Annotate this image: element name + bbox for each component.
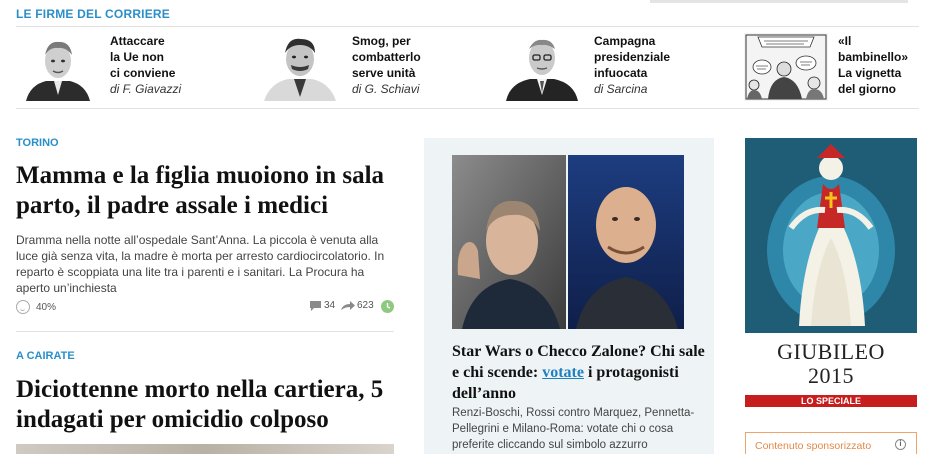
firma-title-line[interactable]: Campagna bbox=[594, 33, 670, 49]
article-headline[interactable]: Diciottenne morto nella cartiera, 5 inda… bbox=[16, 375, 406, 435]
sponsored-content-box[interactable]: Contenuto sponsorizzato i bbox=[745, 432, 917, 454]
firma-title-line[interactable]: bambinello» bbox=[838, 49, 908, 65]
firma-text[interactable]: Smog, per combatterlo serve unità di G. … bbox=[352, 33, 421, 101]
divider bbox=[16, 26, 919, 27]
sponsored-label: Contenuto sponsorizzato bbox=[755, 440, 872, 452]
firma-title-line[interactable]: «Il bbox=[838, 33, 908, 49]
firma-item-giavazzi[interactable]: Attaccare la Ue non ci conviene di F. Gi… bbox=[16, 33, 181, 101]
giubileo-word[interactable]: GIUBILEO bbox=[745, 340, 917, 364]
firma-item-schiavi[interactable]: Smog, per combatterlo serve unità di G. … bbox=[258, 33, 421, 101]
feature-title[interactable]: Star Wars o Checco Zalone? Chi sale e ch… bbox=[452, 341, 707, 404]
giubileo-title[interactable]: GIUBILEO 2015 bbox=[745, 340, 917, 388]
article-photo[interactable] bbox=[16, 444, 394, 454]
firma-title-line[interactable]: La vignetta bbox=[838, 65, 908, 81]
mood-percent: 40% bbox=[36, 301, 57, 313]
special-bar[interactable]: LO SPECIALE bbox=[745, 395, 917, 407]
author-portrait[interactable] bbox=[16, 33, 100, 101]
divider bbox=[16, 108, 919, 109]
feature-summary: Renzi-Boschi, Rossi contro Marquez, Penn… bbox=[452, 407, 695, 451]
firma-text[interactable]: Attaccare la Ue non ci conviene di F. Gi… bbox=[110, 33, 181, 101]
firma-text[interactable]: «Il bambinello» La vignetta del giorno bbox=[838, 33, 908, 101]
author-portrait[interactable] bbox=[500, 33, 584, 101]
clock-icon[interactable] bbox=[381, 300, 394, 318]
firma-author: di Sarcina bbox=[594, 82, 648, 96]
giubileo-year[interactable]: 2015 bbox=[745, 364, 917, 388]
firma-author: di G. Schiavi bbox=[352, 82, 420, 96]
firma-text[interactable]: Campagna presidenziale infuocata di Sarc… bbox=[594, 33, 670, 101]
firma-title-line[interactable]: serve unità bbox=[352, 65, 421, 81]
cartoon-thumbnail[interactable] bbox=[744, 33, 828, 101]
shares-count: 623 bbox=[357, 300, 374, 311]
author-portrait[interactable] bbox=[258, 33, 342, 101]
comment-icon bbox=[310, 300, 321, 311]
firma-title-line[interactable]: la Ue non bbox=[110, 49, 181, 65]
article-kicker[interactable]: A CAIRATE bbox=[16, 350, 75, 362]
firma-author: di F. Giavazzi bbox=[110, 82, 182, 96]
divider bbox=[16, 331, 394, 332]
firma-title-line[interactable]: Attaccare bbox=[110, 33, 181, 49]
firma-title-line[interactable]: combatterlo bbox=[352, 49, 421, 65]
firma-title-line[interactable]: ci conviene bbox=[110, 65, 181, 81]
search-bar-edge[interactable] bbox=[650, 0, 908, 3]
vote-link[interactable]: votate bbox=[542, 364, 584, 381]
firma-title-line[interactable]: Smog, per bbox=[352, 33, 421, 49]
firma-item-sarcina[interactable]: Campagna presidenziale infuocata di Sarc… bbox=[500, 33, 670, 101]
article-headline[interactable]: Mamma e la figlia muoiono in sala parto,… bbox=[16, 161, 406, 221]
share-link[interactable]: 623 bbox=[340, 300, 374, 311]
firma-title-line[interactable]: presidenziale bbox=[594, 49, 670, 65]
smiley-icon bbox=[16, 300, 30, 314]
comments-link[interactable]: 34 bbox=[310, 300, 335, 311]
article-summary: Dramma nella notte all’ospedale Sant’Ann… bbox=[16, 233, 385, 295]
comments-count: 34 bbox=[324, 300, 336, 311]
share-arrow-icon bbox=[341, 300, 355, 310]
firma-item-vignetta[interactable]: «Il bambinello» La vignetta del giorno bbox=[744, 33, 908, 101]
firma-title-line[interactable]: infuocata bbox=[594, 65, 670, 81]
firme-section-label[interactable]: LE FIRME DEL CORRIERE bbox=[16, 7, 170, 21]
mood-indicator[interactable]: 40% bbox=[16, 300, 56, 314]
info-icon[interactable]: i bbox=[895, 439, 906, 450]
giubileo-ad-image[interactable] bbox=[745, 138, 917, 333]
feature-photo[interactable] bbox=[452, 155, 684, 329]
firma-title-line[interactable]: del giorno bbox=[838, 81, 908, 97]
article-kicker[interactable]: TORINO bbox=[16, 137, 59, 149]
